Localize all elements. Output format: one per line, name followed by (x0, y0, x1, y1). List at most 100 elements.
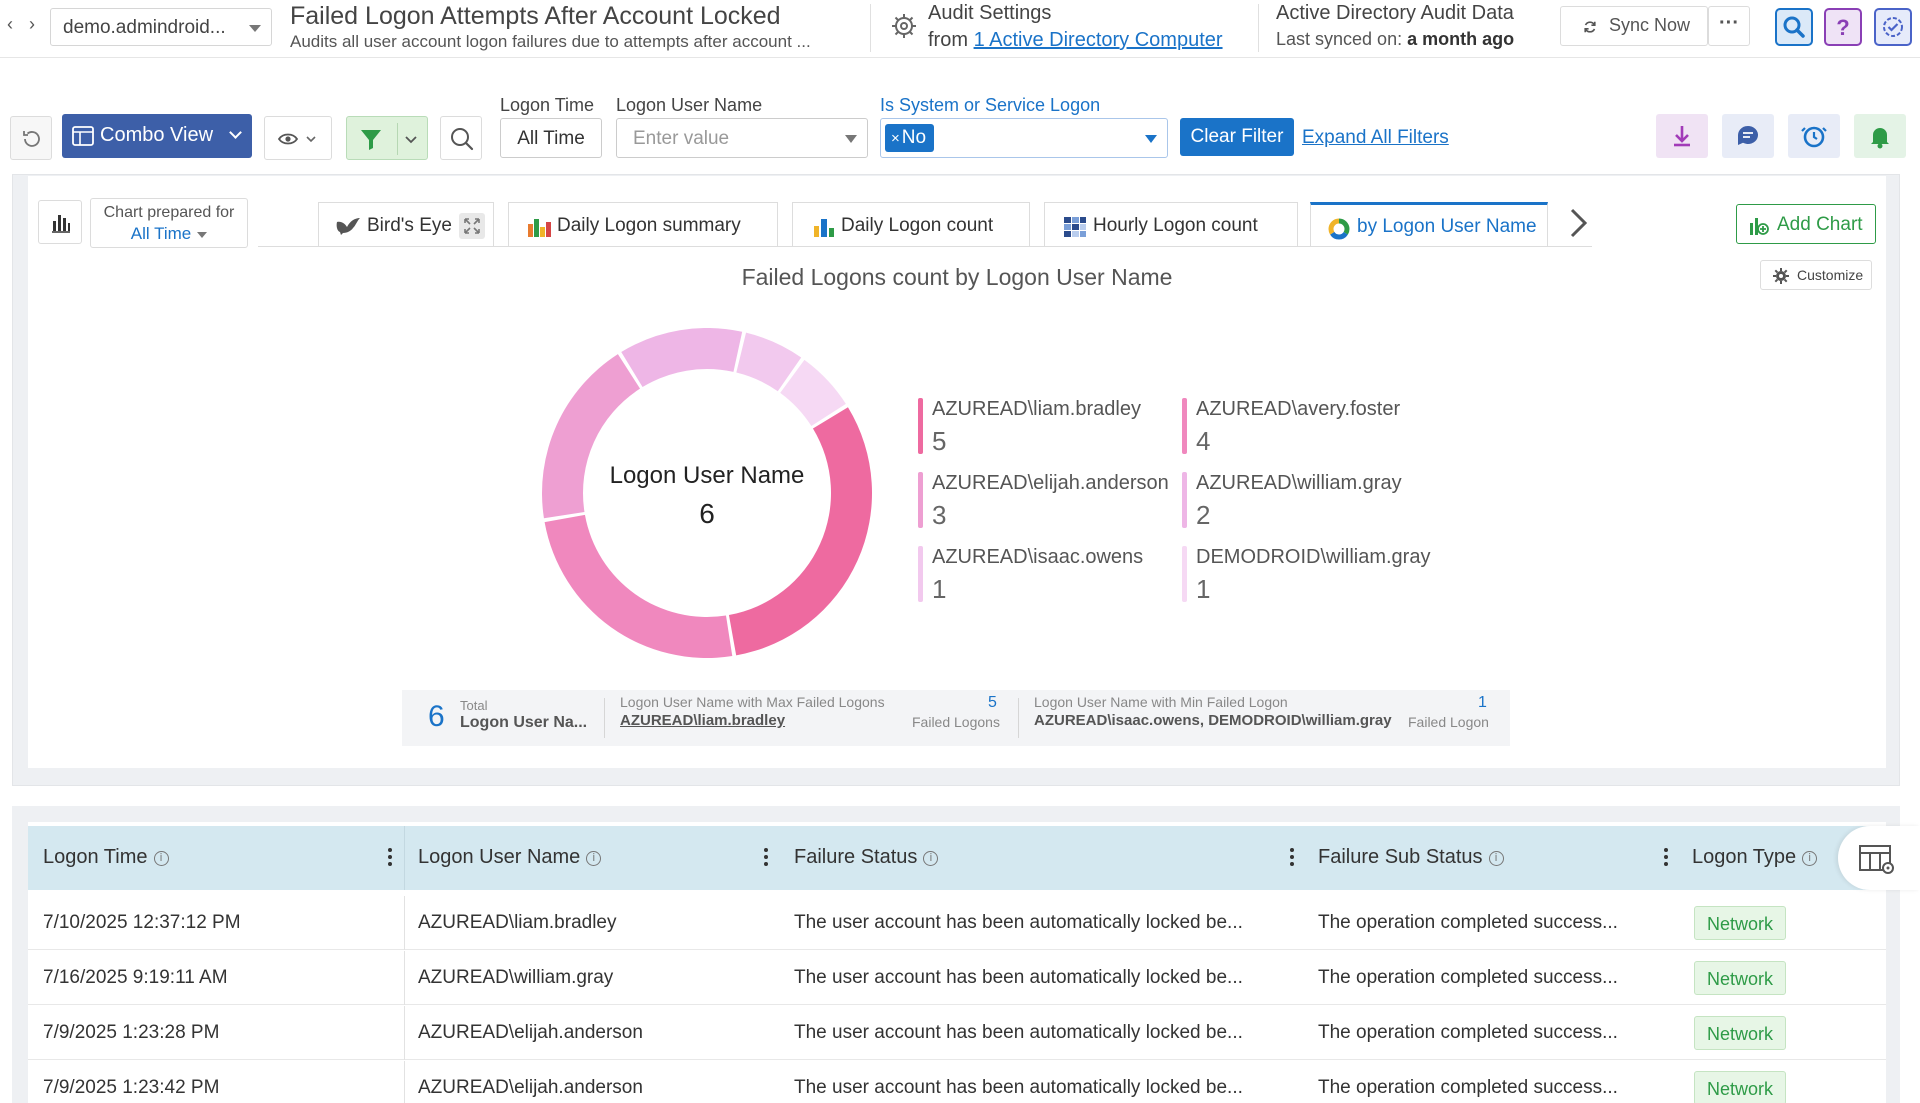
column-divider (404, 1006, 405, 1060)
table-row[interactable]: 7/9/2025 1:23:28 PM AZUREAD\elijah.anders… (28, 1006, 1886, 1060)
report-title: Failed Logon Attempts After Account Lock… (290, 2, 781, 30)
system-logon-chip[interactable]: × No (885, 124, 935, 152)
legend-color-swatch (918, 398, 923, 454)
back-arrow-icon[interactable]: ‹ (0, 14, 20, 35)
search-filter-button[interactable] (440, 116, 482, 160)
logon-time-select[interactable]: All Time (500, 118, 602, 158)
cell-failure-sub-status: The operation completed success... (1318, 1077, 1618, 1098)
donut-center-value: 6 (699, 498, 715, 529)
audit-settings-source: from 1 Active Directory Computer (928, 29, 1223, 51)
info-icon[interactable]: i (1488, 851, 1504, 866)
caret-down-icon (1145, 135, 1157, 143)
summary-min-label: Logon User Name with Min Failed Logon (1034, 694, 1288, 710)
cell-logon-time: 7/9/2025 1:23:42 PM (43, 1077, 220, 1098)
legend-item[interactable]: AZUREAD\isaac.owens 1 (918, 546, 1178, 610)
expand-all-filters-link[interactable]: Expand All Filters (1302, 127, 1449, 149)
donut-slice[interactable] (542, 354, 641, 519)
table-row[interactable]: 7/10/2025 12:37:12 PM AZUREAD\liam.bradle… (28, 896, 1886, 950)
chart-type-button[interactable] (38, 200, 82, 244)
column-divider[interactable] (404, 826, 405, 890)
column-divider (404, 896, 405, 950)
summary-min-count: 1 (1478, 694, 1487, 711)
help-button[interactable]: ? (1824, 8, 1862, 46)
sync-now-button[interactable]: Sync Now (1560, 6, 1708, 46)
summary-max-label: Logon User Name with Max Failed Logons (620, 694, 885, 710)
summary-total-label: Total (460, 698, 488, 713)
tasks-button[interactable] (1874, 8, 1912, 46)
legend-item[interactable]: AZUREAD\avery.foster 4 (1182, 398, 1442, 462)
chart-summary: 6 Total Logon User Na... Logon User Name… (402, 690, 1510, 746)
cell-logon-time: 7/10/2025 12:37:12 PM (43, 912, 241, 933)
tab-by-logon-user-name[interactable]: by Logon User Name (1310, 202, 1548, 246)
reset-button[interactable] (10, 116, 52, 160)
logon-user-label: Logon User Name (616, 95, 763, 115)
comment-button[interactable] (1722, 114, 1774, 158)
logon-time-label: Logon Time (500, 95, 595, 115)
column-header-logon-time[interactable]: Logon Time i (43, 846, 169, 869)
audit-settings-icon[interactable] (886, 6, 922, 42)
column-menu-icon[interactable] (1664, 848, 1670, 869)
cell-failure-sub-status: The operation completed success... (1318, 912, 1618, 933)
logon-type-badge: Network (1694, 906, 1787, 940)
clear-filter-button[interactable]: Clear Filter (1180, 118, 1294, 156)
donut-slice[interactable] (621, 328, 743, 388)
system-logon-select[interactable]: × No (880, 118, 1168, 158)
audit-source-link[interactable]: 1 Active Directory Computer (974, 29, 1223, 51)
more-options-button[interactable]: ··· (1708, 6, 1750, 46)
column-menu-icon[interactable] (764, 848, 770, 869)
system-logon-label: Is System or Service Logon (880, 95, 1101, 115)
search-button[interactable] (1775, 8, 1813, 46)
column-menu-icon[interactable] (388, 848, 394, 869)
add-chart-button[interactable]: Add Chart (1736, 204, 1876, 244)
tab-hourly-logon-count[interactable]: Hourly Logon count (1044, 202, 1298, 246)
visibility-button[interactable] (264, 116, 332, 160)
bell-icon (1871, 128, 1889, 149)
logon-type-badge: Network (1694, 961, 1787, 995)
column-header-logon-type[interactable]: Logon Type i (1692, 846, 1818, 869)
export-button[interactable] (1656, 114, 1708, 158)
filter-button[interactable] (346, 116, 428, 160)
info-icon[interactable]: i (586, 851, 602, 866)
donut-slice[interactable] (728, 407, 872, 656)
report-description: Audits all user account logon failures d… (290, 32, 811, 51)
table-row[interactable]: 7/16/2025 9:19:11 AM AZUREAD\william.gray… (28, 951, 1886, 1005)
logon-user-input[interactable]: Enter value (616, 118, 868, 158)
tenant-selector[interactable]: demo.admindroid... (50, 8, 272, 46)
expand-icon[interactable] (459, 213, 485, 239)
info-icon[interactable]: i (923, 851, 939, 866)
column-menu-icon[interactable] (1290, 848, 1296, 869)
info-icon[interactable]: i (1802, 851, 1818, 866)
download-icon (1674, 126, 1690, 147)
legend-item[interactable]: AZUREAD\william.gray 2 (1182, 472, 1442, 536)
forward-arrow-icon[interactable]: › (22, 14, 42, 35)
tab-daily-logon-summary[interactable]: Daily Logon summary (508, 202, 778, 246)
tab-birds-eye[interactable]: Bird's Eye (318, 202, 494, 246)
bird-icon (336, 218, 360, 235)
cell-logon-user-name: AZUREAD\elijah.anderson (418, 1077, 643, 1098)
view-selector-button[interactable]: Combo View (62, 114, 252, 158)
chip-remove-icon[interactable]: × (891, 130, 900, 147)
legend-item[interactable]: AZUREAD\liam.bradley 5 (918, 398, 1178, 462)
bar-chart-icon (52, 215, 70, 233)
alert-button[interactable] (1854, 114, 1906, 158)
chevron-right-icon[interactable] (1566, 206, 1592, 240)
magnifier-icon (451, 128, 474, 151)
column-header-failure-status[interactable]: Failure Status i (794, 846, 939, 869)
info-icon[interactable]: i (153, 851, 169, 866)
legend-item[interactable]: AZUREAD\elijah.anderson 3 (918, 472, 1178, 536)
chart-title: Failed Logons count by Logon User Name (741, 264, 1173, 290)
summary-divider (604, 698, 605, 738)
legend-item[interactable]: DEMODROID\william.gray 1 (1182, 546, 1442, 610)
cell-failure-sub-status: The operation completed success... (1318, 1022, 1618, 1043)
column-settings-button[interactable] (1838, 826, 1920, 890)
summary-max-name[interactable]: AZUREAD\liam.bradley (620, 712, 785, 729)
table-row[interactable]: 7/9/2025 1:23:42 PM AZUREAD\elijah.anders… (28, 1061, 1886, 1103)
tab-daily-logon-count[interactable]: Daily Logon count (792, 202, 1030, 246)
column-header-failure-sub-status[interactable]: Failure Sub Status i (1318, 846, 1504, 869)
donut-slice[interactable] (544, 514, 733, 658)
schedule-button[interactable] (1788, 114, 1840, 158)
caret-down-icon (845, 135, 857, 143)
add-chart-icon (1750, 218, 1769, 235)
column-header-logon-user-name[interactable]: Logon User Name i (418, 846, 602, 869)
chart-prepared-for[interactable]: Chart prepared for All Time (90, 198, 248, 248)
